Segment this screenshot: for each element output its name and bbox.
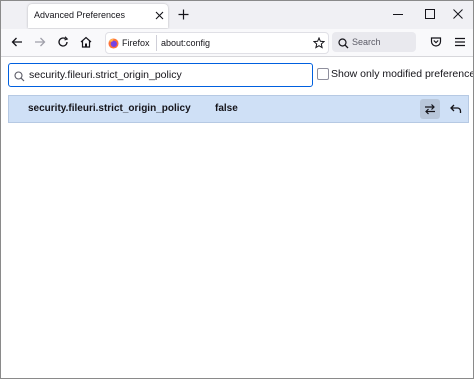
identity-box[interactable]: Firefox [108,35,157,51]
show-modified-checkbox[interactable] [317,68,329,80]
preference-row[interactable]: security.fileuri.strict_origin_policy fa… [8,95,469,123]
url-text[interactable]: about:config [161,38,210,48]
tab-advanced-preferences[interactable]: Advanced Preferences [28,4,168,28]
window-close-icon[interactable] [443,5,473,23]
identity-label: Firefox [122,38,150,48]
firefox-logo-icon [108,37,119,49]
reload-icon[interactable] [54,33,72,51]
preference-name: security.fileuri.strict_origin_policy [28,103,191,114]
forward-arrow-icon[interactable] [31,33,49,51]
navigation-toolbar: Firefox about:config Search [1,29,473,57]
hamburger-menu-icon[interactable] [451,33,469,51]
close-icon[interactable] [152,8,166,22]
plus-icon[interactable] [175,6,191,22]
search-placeholder: Search [352,37,381,47]
preference-search[interactable] [8,63,313,87]
search-icon [14,69,26,82]
search-bar[interactable]: Search [332,32,416,52]
url-bar[interactable]: Firefox about:config [105,32,329,54]
show-modified-label[interactable]: Show only modified preferences [331,68,473,80]
preference-search-input[interactable] [29,66,309,84]
maximize-icon[interactable] [415,5,445,23]
tab-title: Advanced Preferences [34,10,126,20]
preference-value[interactable]: false [215,103,238,114]
back-arrow-icon[interactable] [8,33,26,51]
minimize-icon[interactable] [383,5,413,23]
pocket-icon[interactable] [427,33,445,51]
star-icon[interactable] [311,35,327,51]
about-config-page: Show only modified preferences security.… [1,57,473,378]
toggle-arrows-icon[interactable] [420,99,440,119]
search-icon [338,36,350,49]
undo-icon[interactable] [446,99,466,119]
home-icon[interactable] [77,33,95,51]
tab-strip: Advanced Preferences [1,1,473,29]
browser-window: Advanced Preferences Firefox about:confi… [0,0,474,379]
